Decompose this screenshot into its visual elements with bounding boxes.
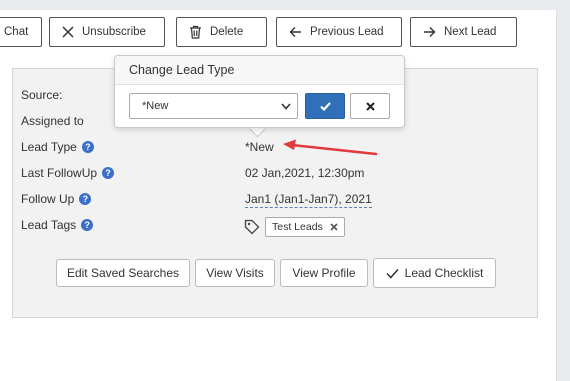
unsubscribe-button[interactable]: Unsubscribe	[49, 17, 165, 47]
close-icon	[365, 101, 375, 111]
edit-saved-searches-button[interactable]: Edit Saved Searches	[56, 259, 190, 287]
lead-tag-chip: Test Leads	[265, 217, 345, 237]
unsubscribe-label: Unsubscribe	[82, 26, 146, 38]
help-icon[interactable]: ?	[81, 141, 94, 153]
source-label: Source:	[21, 88, 62, 102]
lead-type-value[interactable]: *New	[245, 140, 274, 154]
lead-type-label: Lead Type ?	[21, 140, 94, 154]
last-followup-label: Last FollowUp ?	[21, 166, 115, 180]
previous-lead-button[interactable]: Previous Lead	[276, 17, 402, 47]
help-icon[interactable]: ?	[79, 193, 92, 205]
check-icon	[386, 268, 399, 279]
follow-up-value[interactable]: Jan1 (Jan1-Jan7), 2021	[245, 192, 372, 208]
next-lead-button[interactable]: Next Lead	[410, 17, 517, 47]
annotation-arrow	[283, 139, 378, 156]
follow-up-label: Follow Up ?	[21, 192, 92, 206]
next-lead-label: Next Lead	[444, 26, 497, 38]
confirm-button[interactable]	[305, 93, 345, 119]
last-followup-label-text: Last FollowUp	[21, 166, 98, 180]
source-label-text: Source:	[21, 88, 63, 102]
lead-tags-label: Lead Tags ?	[21, 218, 94, 232]
change-lead-type-popover: Change Lead Type *New	[114, 55, 405, 128]
popover-title: Change Lead Type	[115, 56, 404, 85]
tag-icon[interactable]	[244, 219, 260, 235]
trash-icon	[190, 25, 201, 39]
lead-type-select-value: *New	[142, 100, 169, 112]
previous-lead-label: Previous Lead	[310, 26, 384, 38]
check-icon	[319, 101, 331, 111]
view-profile-button[interactable]: View Profile	[280, 259, 368, 287]
close-icon	[62, 26, 74, 38]
lead-type-select[interactable]: *New	[129, 93, 298, 119]
chevron-down-icon	[281, 102, 291, 110]
lead-checklist-label: Lead Checklist	[404, 266, 484, 280]
delete-label: Delete	[210, 26, 244, 38]
arrow-right-icon	[424, 27, 436, 37]
close-icon[interactable]	[330, 223, 338, 231]
edit-saved-searches-label: Edit Saved Searches	[66, 266, 180, 280]
chat-button[interactable]: Chat	[0, 17, 42, 47]
tag-label: Test Leads	[272, 221, 323, 233]
chat-label: Chat	[4, 26, 29, 38]
assigned-to-label-text: Assigned to	[21, 114, 84, 128]
arrow-left-icon	[289, 27, 301, 37]
help-icon[interactable]: ?	[81, 219, 94, 231]
help-icon[interactable]: ?	[102, 167, 115, 179]
cancel-button[interactable]	[350, 93, 390, 119]
view-visits-button[interactable]: View Visits	[195, 259, 275, 287]
lead-checklist-button[interactable]: Lead Checklist	[373, 258, 496, 288]
lead-type-label-text: Lead Type	[21, 140, 77, 154]
follow-up-label-text: Follow Up	[21, 192, 75, 206]
assigned-to-label: Assigned to	[21, 114, 84, 128]
last-followup-value: 02 Jan,2021, 12:30pm	[245, 166, 365, 180]
view-visits-label: View Visits	[206, 266, 264, 280]
lead-tags-label-text: Lead Tags	[21, 218, 77, 232]
delete-button[interactable]: Delete	[176, 17, 267, 47]
view-profile-label: View Profile	[292, 266, 356, 280]
